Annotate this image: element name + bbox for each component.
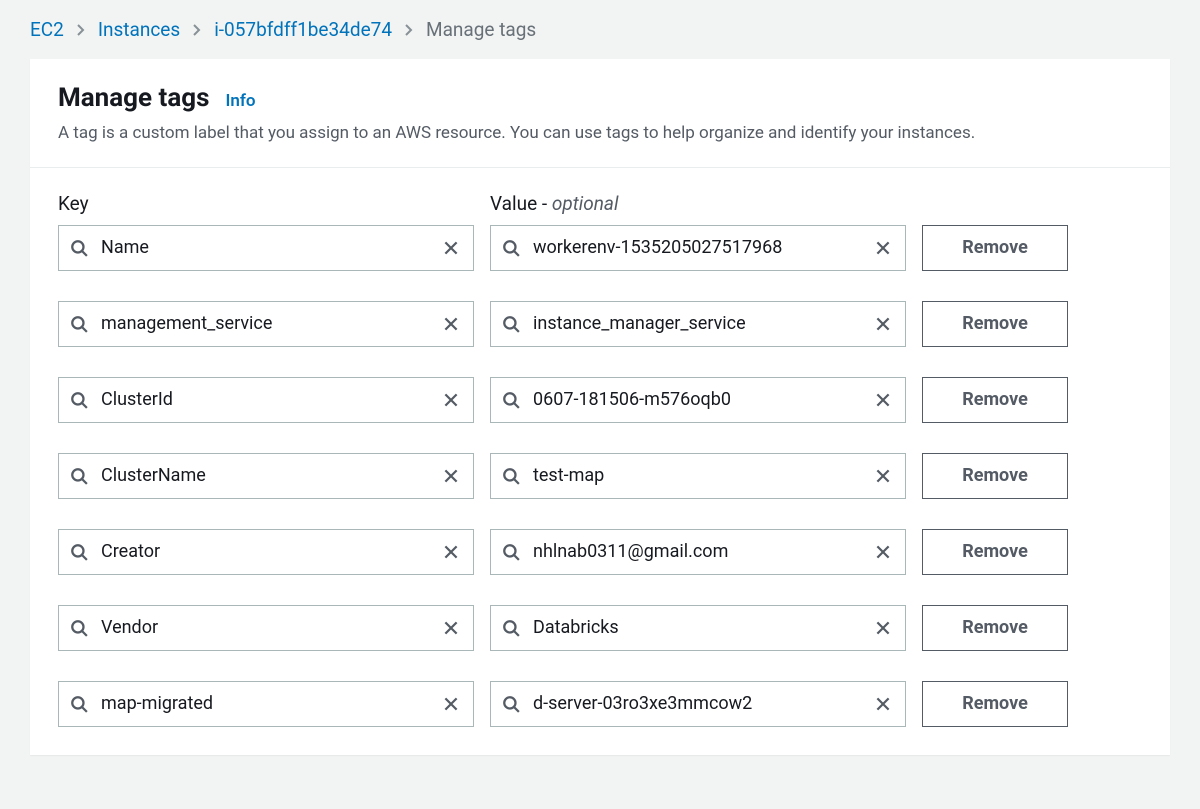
key-input-wrap (58, 225, 474, 271)
tag-value-input[interactable] (490, 453, 906, 499)
tag-key-input[interactable] (58, 225, 474, 271)
breadcrumb-instance-id[interactable]: i-057bfdff1be34de74 (214, 18, 392, 41)
clear-value-button[interactable] (870, 311, 896, 337)
clear-value-button[interactable] (870, 463, 896, 489)
close-icon (874, 619, 892, 637)
value-input-wrap (490, 453, 906, 499)
key-input-wrap (58, 681, 474, 727)
close-icon (442, 239, 460, 257)
clear-key-button[interactable] (438, 235, 464, 261)
value-input-wrap (490, 529, 906, 575)
tag-value-input[interactable] (490, 377, 906, 423)
close-icon (874, 467, 892, 485)
tag-row: Remove (58, 681, 1142, 727)
key-input-wrap (58, 529, 474, 575)
tag-row: Remove (58, 605, 1142, 651)
tag-row: Remove (58, 453, 1142, 499)
close-icon (442, 619, 460, 637)
breadcrumb: EC2 Instances i-057bfdff1be34de74 Manage… (0, 0, 1200, 59)
remove-tag-button[interactable]: Remove (922, 377, 1068, 423)
value-input-wrap (490, 301, 906, 347)
panel-body: Key Value - optional (30, 168, 1170, 755)
breadcrumb-current: Manage tags (426, 18, 536, 41)
tag-row: Remove (58, 377, 1142, 423)
close-icon (874, 695, 892, 713)
tag-key-input[interactable] (58, 605, 474, 651)
remove-tag-button[interactable]: Remove (922, 605, 1068, 651)
info-link[interactable]: Info (225, 91, 255, 111)
clear-key-button[interactable] (438, 615, 464, 641)
tag-key-input[interactable] (58, 301, 474, 347)
close-icon (442, 695, 460, 713)
clear-value-button[interactable] (870, 691, 896, 717)
value-input-wrap (490, 681, 906, 727)
tag-key-input[interactable] (58, 681, 474, 727)
tag-row: Remove (58, 301, 1142, 347)
clear-value-button[interactable] (870, 387, 896, 413)
key-input-wrap (58, 377, 474, 423)
page-title: Manage tags (58, 83, 209, 113)
remove-tag-button[interactable]: Remove (922, 681, 1068, 727)
remove-tag-button[interactable]: Remove (922, 301, 1068, 347)
clear-key-button[interactable] (438, 387, 464, 413)
close-icon (442, 467, 460, 485)
tag-value-input[interactable] (490, 681, 906, 727)
clear-key-button[interactable] (438, 463, 464, 489)
tag-value-input[interactable] (490, 529, 906, 575)
tag-row: Remove (58, 529, 1142, 575)
clear-key-button[interactable] (438, 539, 464, 565)
remove-tag-button[interactable]: Remove (922, 453, 1068, 499)
close-icon (874, 543, 892, 561)
key-input-wrap (58, 453, 474, 499)
breadcrumb-ec2[interactable]: EC2 (30, 18, 64, 41)
key-input-wrap (58, 605, 474, 651)
clear-key-button[interactable] (438, 311, 464, 337)
panel-description: A tag is a custom label that you assign … (58, 121, 1142, 147)
manage-tags-panel: Manage tags Info A tag is a custom label… (30, 59, 1170, 755)
tag-key-input[interactable] (58, 453, 474, 499)
panel-header: Manage tags Info A tag is a custom label… (30, 59, 1170, 168)
remove-tag-button[interactable]: Remove (922, 529, 1068, 575)
close-icon (442, 543, 460, 561)
tag-value-input[interactable] (490, 225, 906, 271)
tag-key-input[interactable] (58, 529, 474, 575)
value-input-wrap (490, 377, 906, 423)
value-column-header: Value - optional (490, 192, 906, 215)
key-column-header: Key (58, 192, 474, 215)
tag-key-input[interactable] (58, 377, 474, 423)
chevron-right-icon (192, 23, 202, 37)
close-icon (442, 315, 460, 333)
close-icon (874, 315, 892, 333)
remove-tag-button[interactable]: Remove (922, 225, 1068, 271)
chevron-right-icon (76, 23, 86, 37)
clear-value-button[interactable] (870, 539, 896, 565)
clear-value-button[interactable] (870, 235, 896, 261)
key-input-wrap (58, 301, 474, 347)
close-icon (874, 391, 892, 409)
clear-key-button[interactable] (438, 691, 464, 717)
tag-row: Remove (58, 225, 1142, 271)
close-icon (874, 239, 892, 257)
breadcrumb-instances[interactable]: Instances (98, 18, 180, 41)
chevron-right-icon (404, 23, 414, 37)
close-icon (442, 391, 460, 409)
column-headers: Key Value - optional (58, 192, 1142, 215)
tag-value-input[interactable] (490, 605, 906, 651)
tag-value-input[interactable] (490, 301, 906, 347)
value-input-wrap (490, 605, 906, 651)
clear-value-button[interactable] (870, 615, 896, 641)
value-input-wrap (490, 225, 906, 271)
